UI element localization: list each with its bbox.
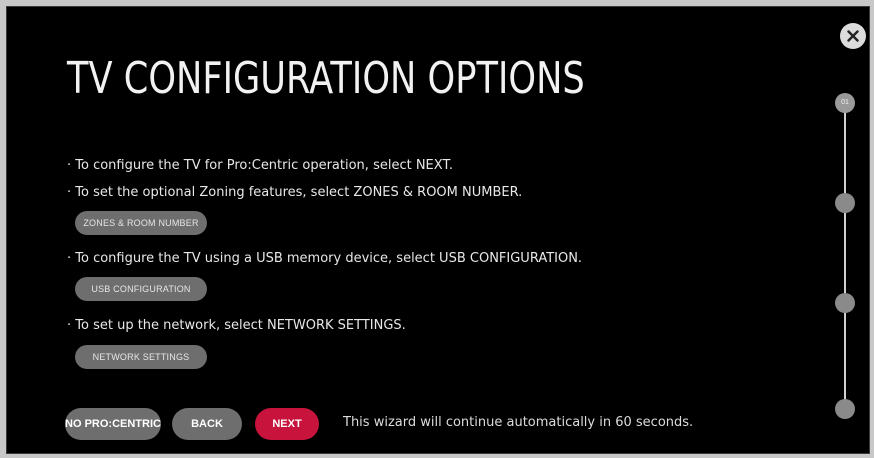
page-title: TV CONFIGURATION OPTIONS bbox=[67, 53, 585, 104]
close-button[interactable] bbox=[840, 23, 866, 49]
progress-step-4 bbox=[835, 399, 855, 419]
instruction-procentric: · To configure the TV for Pro:Centric op… bbox=[67, 158, 453, 173]
usb-configuration-button[interactable]: USB CONFIGURATION bbox=[75, 277, 207, 301]
zones-room-number-button[interactable]: ZONES & ROOM NUMBER bbox=[75, 211, 207, 235]
progress-step-1: 01 bbox=[835, 93, 855, 113]
instruction-zoning: · To set the optional Zoning features, s… bbox=[67, 185, 523, 200]
network-settings-button[interactable]: NETWORK SETTINGS bbox=[75, 345, 207, 369]
instruction-network: · To set up the network, select NETWORK … bbox=[67, 318, 406, 333]
progress-step-3 bbox=[835, 293, 855, 313]
instruction-usb: · To configure the TV using a USB memory… bbox=[67, 251, 583, 266]
no-procentric-button[interactable]: NO PRO:CENTRIC bbox=[65, 408, 161, 440]
tv-config-screen: TV CONFIGURATION OPTIONS 01 · To configu… bbox=[6, 6, 870, 454]
close-icon bbox=[847, 30, 859, 42]
back-button[interactable]: BACK bbox=[172, 408, 242, 440]
progress-step-2 bbox=[835, 193, 855, 213]
wizard-countdown-message: This wizard will continue automatically … bbox=[343, 415, 694, 430]
next-button[interactable]: NEXT bbox=[255, 408, 319, 440]
progress-track bbox=[844, 103, 846, 409]
